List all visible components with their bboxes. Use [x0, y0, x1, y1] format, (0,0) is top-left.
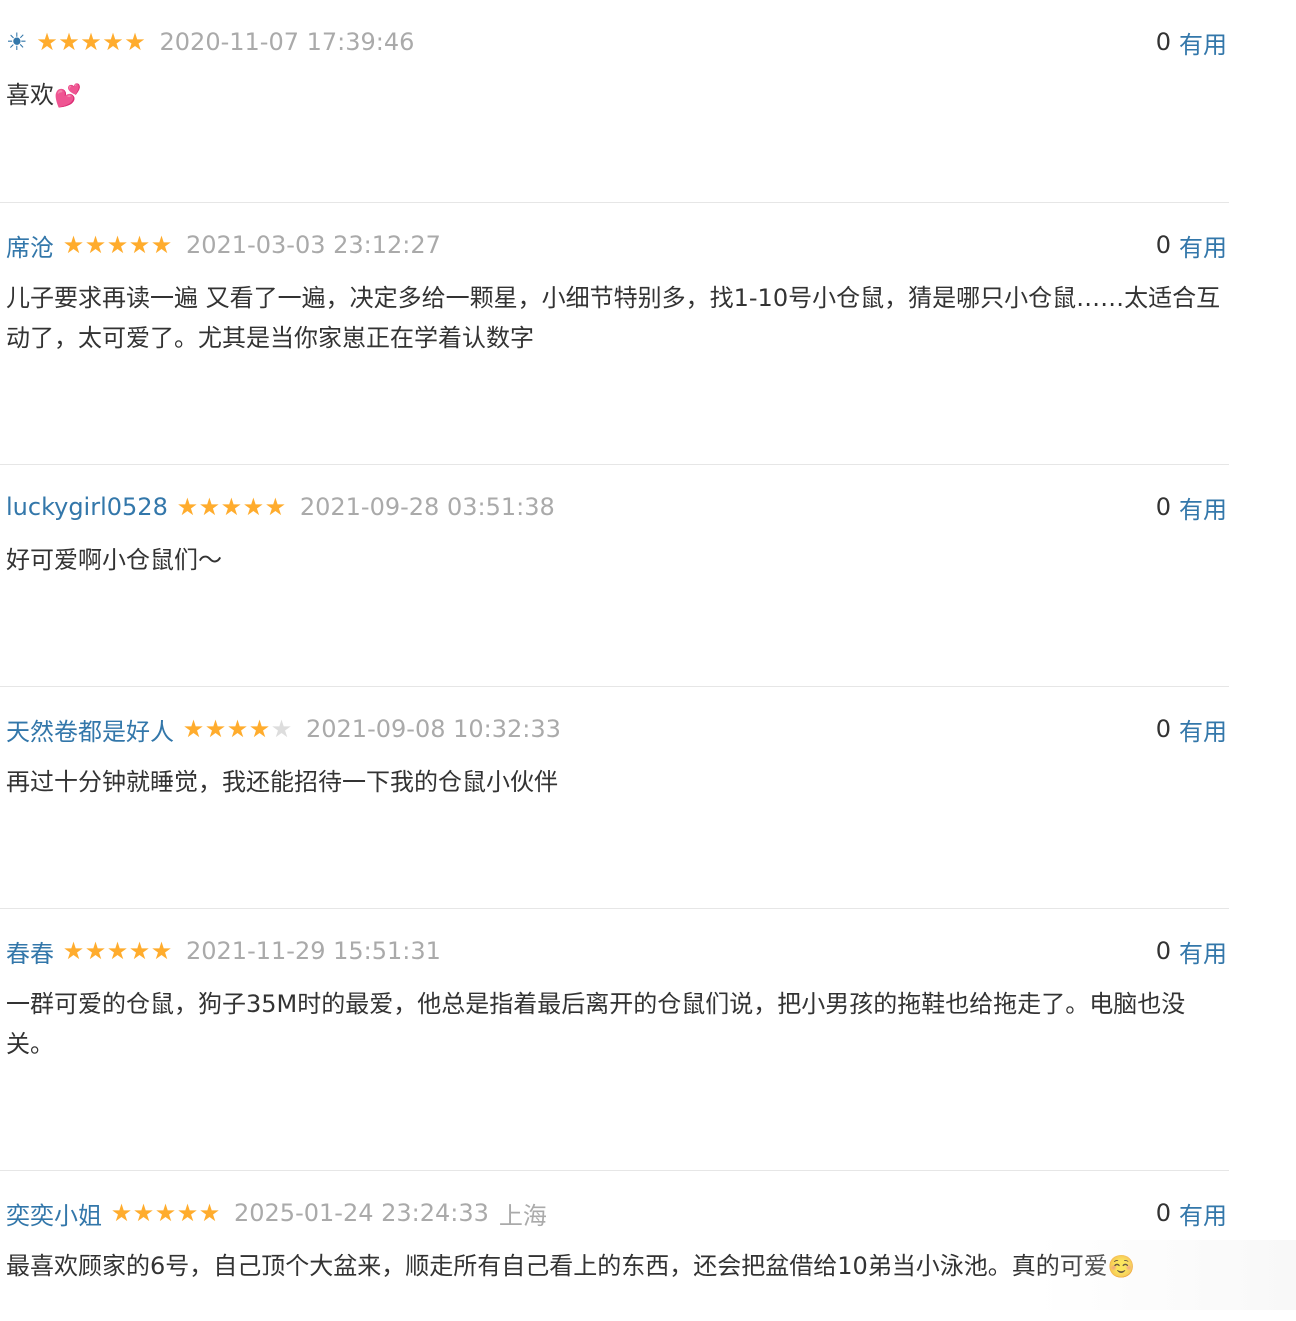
- comment-header: 席沧 ★ ★ ★ ★ ★ 2021-03-03 23:12:27 0 有用: [6, 227, 1227, 263]
- star-filled-icon: ★: [128, 937, 151, 965]
- star-filled-icon: ★: [102, 28, 124, 56]
- star-filled-icon: ★: [128, 231, 151, 259]
- sun-icon[interactable]: ☀: [6, 28, 28, 56]
- star-filled-icon: ★: [80, 28, 102, 56]
- useful-vote-button[interactable]: 有用: [1179, 490, 1227, 525]
- comment-time: 2021-09-28 03:51:38: [299, 493, 555, 521]
- vote-count: 0: [1155, 1199, 1171, 1227]
- comment-time: 2021-09-08 10:32:33: [306, 715, 561, 743]
- comment-content: 喜欢💕: [6, 75, 1225, 117]
- comment-content: 最喜欢顾家的6号，自己顶个大盆来，顺走所有自己看上的东西，还会把盆借给10弟当小…: [6, 1246, 1225, 1288]
- comment-header: luckygirl0528 ★ ★ ★ ★ ★ 2021-09-28 03:51:38 0 有用: [6, 489, 1227, 525]
- star-filled-icon: ★: [62, 937, 85, 965]
- comment-text: 最喜欢顾家的6号，自己顶个大盆来，顺走所有自己看上的东西，还会把盆借给10弟当小…: [6, 1252, 1108, 1280]
- comment-item: 奕奕小姐 ★ ★ ★ ★ ★ 2025-01-24 23:24:33 上海 0 有用 最喜欢顾家的6…: [0, 1171, 1229, 1321]
- star-filled-icon: ★: [198, 493, 221, 521]
- rating-stars: ★ ★ ★ ★ ★: [110, 1199, 221, 1227]
- star-filled-icon: ★: [150, 231, 173, 259]
- star-filled-icon: ★: [176, 493, 199, 521]
- rating-stars: ★ ★ ★ ★ ★: [62, 937, 173, 965]
- star-filled-icon: ★: [226, 715, 249, 743]
- star-filled-icon: ★: [154, 1199, 177, 1227]
- star-filled-icon: ★: [220, 493, 243, 521]
- comment-content: 再过十分钟就睡觉，我还能招待一下我的仓鼠小伙伴: [6, 762, 1225, 802]
- comment-author-link[interactable]: 席沧: [6, 228, 54, 263]
- star-filled-icon: ★: [62, 231, 85, 259]
- comment-content: 一群可爱的仓鼠，狗子35M时的最爱，他总是指着最后离开的仓鼠们说，把小男孩的拖鞋…: [6, 984, 1225, 1064]
- star-filled-icon: ★: [124, 28, 146, 56]
- rating-stars: ★ ★ ★ ★ ★: [36, 30, 146, 54]
- emoji-icon: ☺️: [1107, 1255, 1136, 1280]
- comment-item: 席沧 ★ ★ ★ ★ ★ 2021-03-03 23:12:27 0 有用 儿子要求再读一遍 又看…: [0, 203, 1229, 465]
- comment-content: 儿子要求再读一遍 又看了一遍，决定多给一颗星，小细节特别多，找1-10号小仓鼠，…: [6, 278, 1225, 358]
- star-filled-icon: ★: [84, 937, 107, 965]
- star-filled-icon: ★: [176, 1199, 199, 1227]
- rating-stars: ★ ★ ★ ★ ★: [62, 231, 173, 259]
- comment-text: 儿子要求再读一遍 又看了一遍，决定多给一颗星，小细节特别多，找1-10号小仓鼠，…: [6, 284, 1221, 352]
- vote-count: 0: [1155, 28, 1171, 56]
- rating-stars: ★ ★ ★ ★ ★: [176, 493, 287, 521]
- star-filled-icon: ★: [248, 715, 271, 743]
- comment-author-link[interactable]: 春春: [6, 934, 54, 969]
- star-filled-icon: ★: [150, 937, 173, 965]
- comment-author-link[interactable]: 天然卷都是好人: [6, 712, 174, 747]
- star-filled-icon: ★: [106, 937, 129, 965]
- comment-header: 奕奕小姐 ★ ★ ★ ★ ★ 2025-01-24 23:24:33 上海 0 有用: [6, 1195, 1227, 1231]
- comment-time: 2021-03-03 23:12:27: [186, 231, 441, 259]
- useful-vote-button[interactable]: 有用: [1179, 25, 1227, 60]
- vote-count: 0: [1155, 493, 1171, 521]
- vote-area: 0 有用: [1156, 934, 1227, 969]
- star-filled-icon: ★: [84, 231, 107, 259]
- star-filled-icon: ★: [264, 493, 287, 521]
- vote-area: 0 有用: [1156, 25, 1227, 60]
- star-filled-icon: ★: [58, 28, 80, 56]
- emoji-icon: 💕: [54, 84, 82, 109]
- comment-author-link[interactable]: luckygirl0528: [6, 493, 168, 521]
- vote-area: 0 有用: [1156, 490, 1227, 525]
- useful-vote-button[interactable]: 有用: [1179, 712, 1227, 747]
- comment-location: 上海: [498, 1201, 547, 1230]
- comment-header: 春春 ★ ★ ★ ★ ★ 2021-11-29 15:51:31 0 有用: [6, 933, 1227, 969]
- star-empty-icon: ★: [270, 715, 293, 743]
- star-filled-icon: ★: [132, 1199, 155, 1227]
- comment-text: 好可爱啊小仓鼠们～: [6, 546, 222, 574]
- star-filled-icon: ★: [106, 231, 129, 259]
- comment-time: 2020-11-07 17:39:46: [159, 28, 415, 56]
- comment-author-link[interactable]: 奕奕小姐: [6, 1196, 102, 1231]
- useful-vote-button[interactable]: 有用: [1179, 228, 1227, 263]
- useful-vote-button[interactable]: 有用: [1179, 1196, 1227, 1231]
- star-filled-icon: ★: [198, 1199, 221, 1227]
- comment-text: 喜欢: [6, 81, 54, 109]
- vote-count: 0: [1155, 937, 1171, 965]
- vote-count: 0: [1155, 231, 1171, 259]
- comment-text: 一群可爱的仓鼠，狗子35M时的最爱，他总是指着最后离开的仓鼠们说，把小男孩的拖鞋…: [6, 990, 1186, 1058]
- vote-area: 0 有用: [1156, 1196, 1227, 1231]
- comment-text: 再过十分钟就睡觉，我还能招待一下我的仓鼠小伙伴: [6, 768, 558, 796]
- star-filled-icon: ★: [204, 715, 227, 743]
- comment-item: 春春 ★ ★ ★ ★ ★ 2021-11-29 15:51:31 0 有用 一群可爱的仓鼠，狗子3…: [0, 909, 1229, 1171]
- useful-vote-button[interactable]: 有用: [1179, 934, 1227, 969]
- comment-header: ☀ ★ ★ ★ ★ ★ 2020-11-07 17:39:46 0 有用: [6, 24, 1227, 60]
- comment-list: ☀ ★ ★ ★ ★ ★ 2020-11-07 17:39:46 0 有用 喜欢💕 席沧 ★ ★ ★ ★ ★ 20…: [0, 0, 1229, 1321]
- vote-area: 0 有用: [1156, 712, 1227, 747]
- comment-time: 2025-01-24 23:24:33: [234, 1199, 489, 1227]
- star-filled-icon: ★: [110, 1199, 133, 1227]
- star-filled-icon: ★: [182, 715, 205, 743]
- vote-count: 0: [1155, 715, 1171, 743]
- star-filled-icon: ★: [242, 493, 265, 521]
- comment-item: luckygirl0528 ★ ★ ★ ★ ★ 2021-09-28 03:51:38 0 有用…: [0, 465, 1229, 687]
- comment-item: ☀ ★ ★ ★ ★ ★ 2020-11-07 17:39:46 0 有用 喜欢💕: [0, 0, 1229, 203]
- comment-item: 天然卷都是好人 ★ ★ ★ ★ ★ 2021-09-08 10:32:33 0 有用 再过十分钟就…: [0, 687, 1229, 909]
- rating-stars: ★ ★ ★ ★ ★: [182, 715, 293, 743]
- comment-header: 天然卷都是好人 ★ ★ ★ ★ ★ 2021-09-08 10:32:33 0 有用: [6, 711, 1227, 747]
- vote-area: 0 有用: [1156, 228, 1227, 263]
- star-filled-icon: ★: [36, 28, 58, 56]
- comment-time: 2021-11-29 15:51:31: [186, 937, 441, 965]
- comment-content: 好可爱啊小仓鼠们～: [6, 540, 1225, 580]
